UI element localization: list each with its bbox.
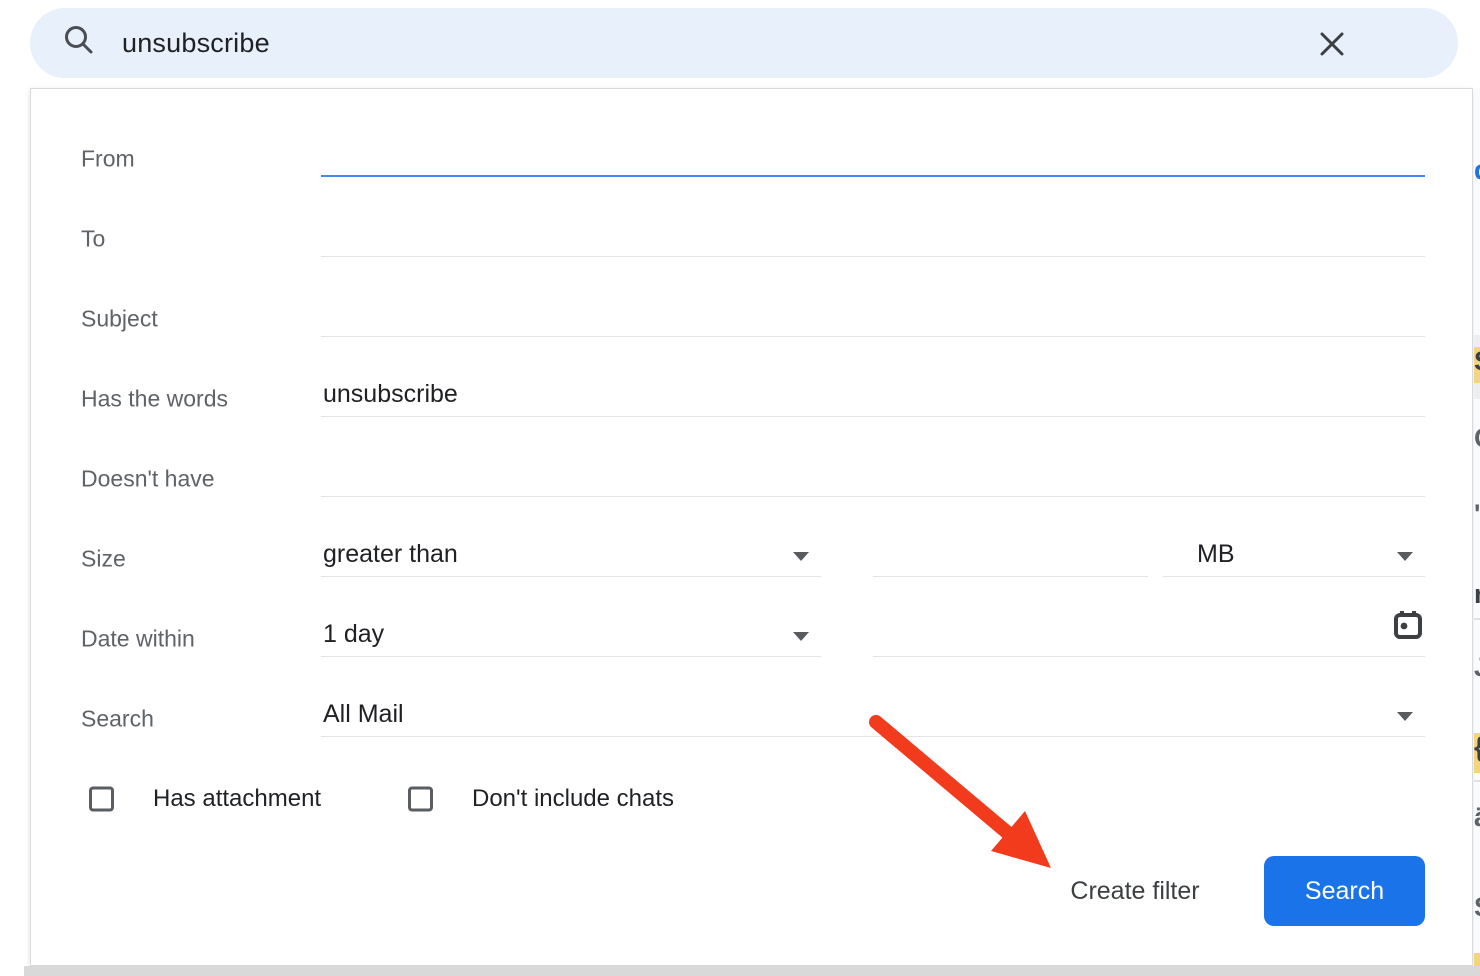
to-label: To <box>81 226 105 253</box>
doesnt-have-input[interactable] <box>321 451 1425 497</box>
filter-form: From To Subject Has <box>31 119 1472 839</box>
row-has-words: Has the words unsubscribe <box>31 359 1472 439</box>
row-subject: Subject <box>31 279 1472 359</box>
page-behind-fragment: ä <box>1474 803 1480 835</box>
size-unit-value: MB <box>1197 540 1235 569</box>
date-range-dropdown[interactable]: 1 day <box>321 611 821 657</box>
page-behind-fragment <box>1474 383 1480 399</box>
page-behind-fragment: d <box>1474 156 1480 190</box>
page-behind-fragment <box>1474 953 1480 966</box>
date-within-label: Date within <box>81 626 195 653</box>
search-filter-dialog: From To Subject Has <box>30 88 1473 966</box>
background-page-sliver: d S C '( n J { ä S <box>1474 88 1480 966</box>
page-behind-fragment: S <box>1474 893 1480 923</box>
search-button-label: Search <box>1305 877 1384 906</box>
doesnt-have-label: Doesn't have <box>81 466 215 493</box>
page-behind-fragment: J <box>1474 653 1480 685</box>
create-filter-button[interactable]: Create filter <box>1045 856 1225 926</box>
has-attachment-label: Has attachment <box>153 785 321 813</box>
subject-label: Subject <box>81 306 158 333</box>
chevron-down-icon <box>793 552 809 561</box>
subject-input[interactable] <box>321 291 1425 337</box>
row-date-within: Date within 1 day <box>31 599 1472 679</box>
page-behind-fragment <box>1474 335 1480 347</box>
search-button[interactable]: Search <box>1264 856 1425 926</box>
page-behind-fragment: { <box>1474 733 1480 773</box>
size-operator-dropdown[interactable]: greater than <box>321 531 821 577</box>
chevron-down-icon <box>1397 552 1413 561</box>
search-scope-dropdown[interactable]: All Mail <box>321 691 1425 737</box>
from-input[interactable] <box>321 131 1425 177</box>
dont-include-chats-checkbox[interactable] <box>408 787 433 812</box>
search-scope-value: All Mail <box>323 700 404 729</box>
gmail-search-bar[interactable]: unsubscribe <box>30 8 1458 78</box>
chevron-down-icon <box>1397 712 1413 721</box>
page-behind-fragment: S <box>1474 347 1480 383</box>
row-checkboxes: Has attachment Don't include chats <box>31 759 1472 839</box>
dont-include-chats-label: Don't include chats <box>472 785 674 813</box>
row-to: To <box>31 199 1472 279</box>
row-search-scope: Search All Mail <box>31 679 1472 759</box>
size-operator-value: greater than <box>323 540 458 569</box>
search-scope-label: Search <box>81 706 154 733</box>
chevron-down-icon <box>793 632 809 641</box>
search-query-text[interactable]: unsubscribe <box>122 28 270 59</box>
row-doesnt-have: Doesn't have <box>31 439 1472 519</box>
page-behind-fragment <box>1474 780 1480 782</box>
to-input[interactable] <box>321 211 1425 257</box>
date-range-value: 1 day <box>323 620 384 649</box>
row-from: From <box>31 119 1472 199</box>
dialog-bottom-shadow <box>24 966 1480 976</box>
has-attachment-checkbox[interactable] <box>89 787 114 812</box>
has-words-input[interactable]: unsubscribe <box>321 371 1425 417</box>
page-behind-fragment: '( <box>1474 500 1480 526</box>
from-label: From <box>81 146 135 173</box>
page-behind-fragment <box>1474 618 1480 620</box>
search-icon <box>62 24 96 63</box>
row-size: Size greater than MB <box>31 519 1472 599</box>
has-words-value: unsubscribe <box>323 380 458 409</box>
page-behind-fragment: C <box>1474 424 1480 454</box>
calendar-icon[interactable] <box>1393 609 1423 648</box>
size-amount-input[interactable] <box>873 531 1148 577</box>
has-words-label: Has the words <box>81 386 228 413</box>
date-input[interactable] <box>873 611 1425 657</box>
close-icon[interactable] <box>1316 28 1348 60</box>
page-behind-fragment: n <box>1474 580 1480 610</box>
size-unit-dropdown[interactable]: MB <box>1163 531 1425 577</box>
size-label: Size <box>81 546 126 573</box>
